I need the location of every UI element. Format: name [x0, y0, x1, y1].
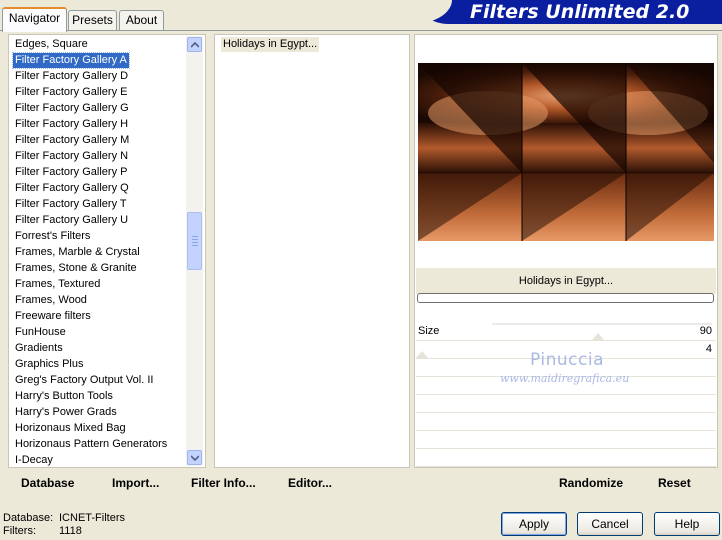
category-list-item[interactable]: Horizonaus Mixed Bag	[13, 421, 128, 436]
filter-list[interactable]: Holidays in Egypt...	[214, 34, 410, 468]
selected-filter-name: Holidays in Egypt...	[416, 268, 716, 294]
randomize-button[interactable]: Randomize	[559, 476, 623, 490]
size-slider[interactable]	[492, 323, 712, 340]
progress-bar	[417, 293, 714, 303]
param-row-empty	[416, 431, 716, 449]
param-value: 4	[705, 343, 712, 355]
category-list-item[interactable]: Filter Factory Gallery Q	[13, 181, 131, 196]
category-list-item[interactable]: Greg's Factory Output Vol. II	[13, 373, 155, 388]
category-list-item[interactable]: Frames, Textured	[13, 277, 102, 292]
scroll-down-button[interactable]	[187, 450, 202, 465]
param-row-size[interactable]: Size 90	[416, 323, 716, 341]
import-button[interactable]: Import...	[112, 476, 159, 490]
param-row-empty	[416, 395, 716, 413]
category-list-item[interactable]: Frames, Marble & Crystal	[13, 245, 142, 260]
category-list-item[interactable]: Horizonaus Pattern Generators	[13, 437, 169, 452]
category-list-item[interactable]: Gradients	[13, 341, 65, 356]
cancel-button[interactable]: Cancel	[577, 512, 643, 536]
chevron-up-icon	[191, 42, 199, 48]
scroll-up-button[interactable]	[187, 37, 202, 52]
scroll-thumb[interactable]	[187, 212, 202, 270]
category-list-item[interactable]: Graphics Plus	[13, 357, 85, 372]
param-value: 90	[699, 325, 712, 337]
category-list-item[interactable]: Filter Factory Gallery M	[13, 133, 131, 148]
app-title: Filters Unlimited 2.0	[470, 1, 690, 23]
category-list-item[interactable]: Filter Factory Gallery G	[13, 101, 131, 116]
status-database-value: ICNET-Filters	[59, 512, 125, 524]
category-list-item[interactable]: Filter Factory Gallery N	[13, 149, 130, 164]
category-list-item[interactable]: Forrest's Filters	[13, 229, 92, 244]
category-list-item[interactable]: Edges, Square	[13, 37, 90, 52]
category-list-item[interactable]: Harry's Button Tools	[13, 389, 115, 404]
preview-image	[418, 63, 714, 241]
category-list-item[interactable]: Filter Factory Gallery T	[13, 197, 129, 212]
category-list-item[interactable]: FunHouse	[13, 325, 68, 340]
chevron-down-icon	[191, 455, 199, 461]
apply-button[interactable]: Apply	[501, 512, 567, 536]
database-button[interactable]: Database	[21, 476, 74, 490]
help-button[interactable]: Help	[654, 512, 720, 536]
category-list[interactable]: Edges, Square Filter Factory Gallery A Fil…	[8, 34, 206, 468]
category-list-item[interactable]: Harry's Power Grads	[13, 405, 119, 420]
param-name: Size	[418, 325, 440, 337]
status-filters-label: Filters:	[3, 525, 36, 537]
param-row-empty	[416, 449, 716, 467]
category-list-item[interactable]: Freeware filters	[13, 309, 93, 324]
filter-item-holidays-in-egypt[interactable]: Holidays in Egypt...	[221, 37, 320, 52]
category-list-item[interactable]: Frames, Wood	[13, 293, 89, 308]
param-row-empty	[416, 413, 716, 431]
category-list-item[interactable]: Filter Factory Gallery H	[13, 117, 130, 132]
category-list-item[interactable]: Filter Factory Gallery E	[13, 85, 129, 100]
tab-about[interactable]: About	[119, 10, 164, 30]
editor-button[interactable]: Editor...	[288, 476, 332, 490]
watermark-name: Pinuccia	[530, 350, 604, 370]
filter-info-button[interactable]: Filter Info...	[191, 476, 256, 490]
category-scrollbar[interactable]	[186, 36, 203, 466]
watermark-url: www.maidiregrafica.eu	[500, 372, 630, 385]
category-list-item[interactable]: Filter Factory Gallery D	[13, 69, 130, 84]
tab-navigator[interactable]: Navigator	[2, 7, 67, 32]
status-database-label: Database:	[3, 512, 54, 524]
category-list-item[interactable]: Filter Factory Gallery U	[13, 213, 130, 228]
category-list-item[interactable]: I-Decay	[13, 453, 55, 468]
tab-strip-line	[0, 30, 722, 31]
category-list-item[interactable]: Frames, Stone & Granite	[13, 261, 139, 276]
reset-button[interactable]: Reset	[658, 476, 691, 490]
status-filters-value: 1118	[59, 525, 82, 537]
tab-presets[interactable]: Presets	[68, 10, 117, 30]
category-list-item[interactable]: Filter Factory Gallery A	[12, 52, 130, 69]
category-list-item[interactable]: Filter Factory Gallery P	[13, 165, 129, 180]
